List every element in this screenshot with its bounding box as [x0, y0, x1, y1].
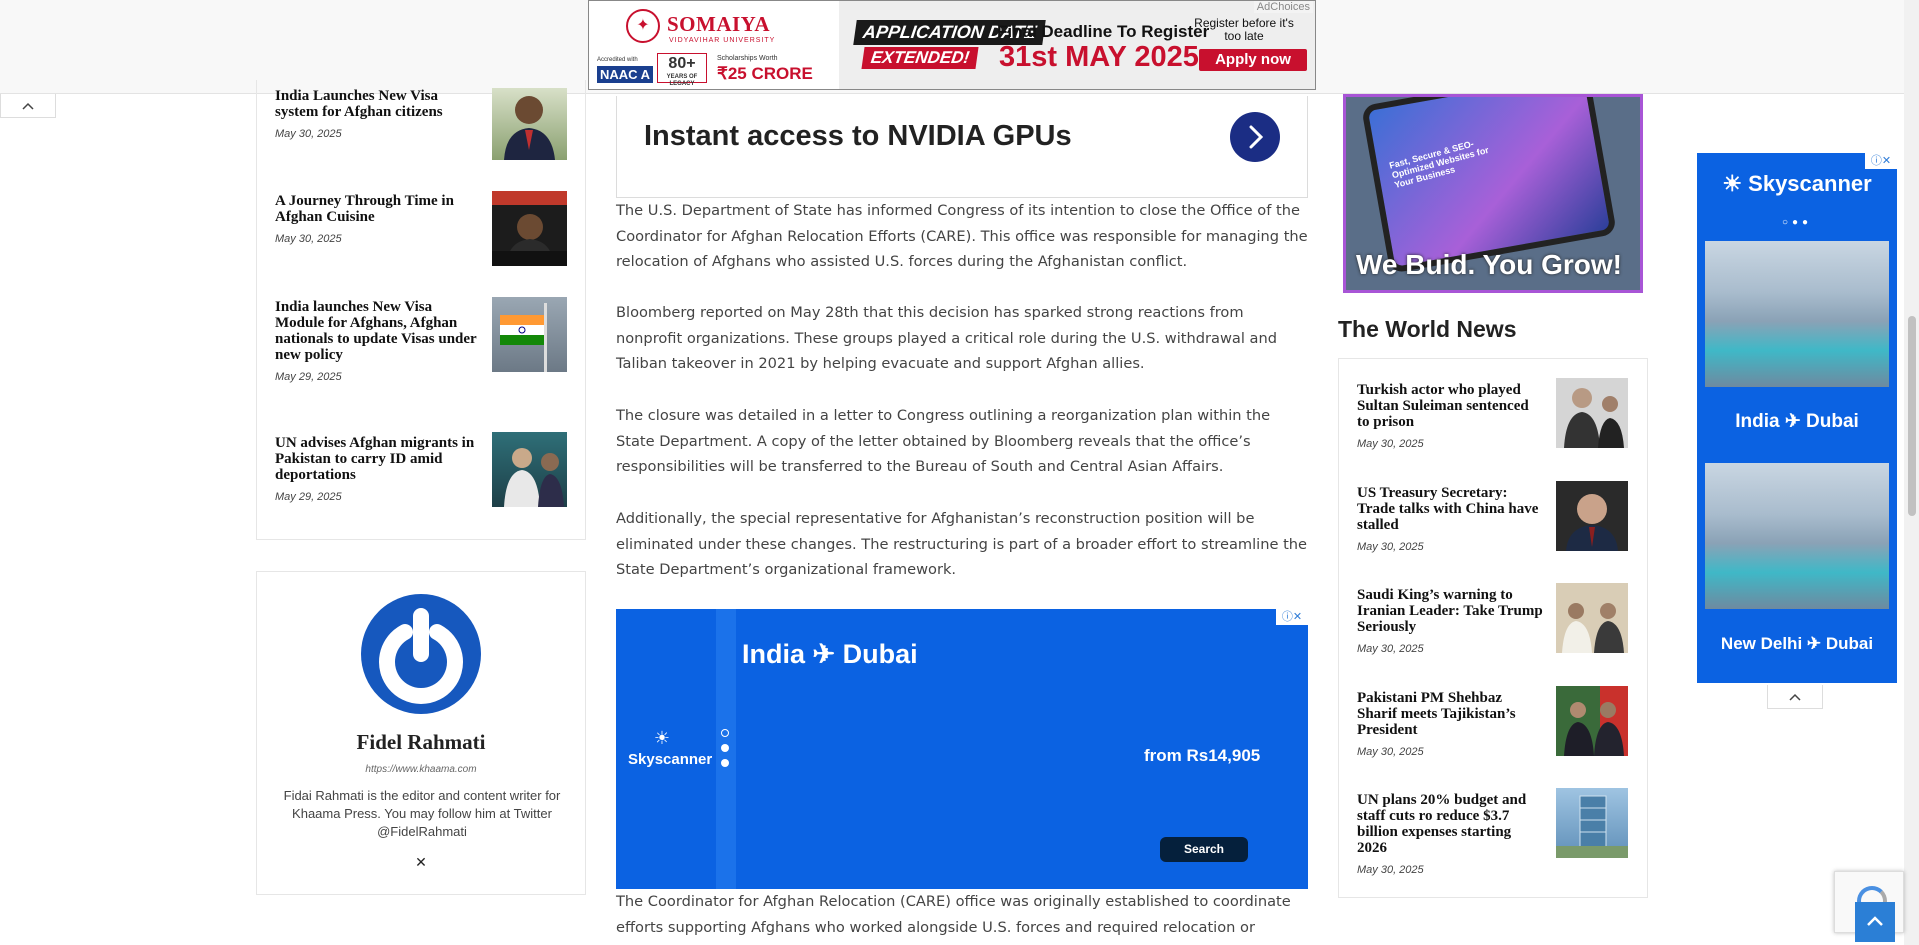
author-avatar[interactable]	[361, 594, 481, 714]
skyscanner-logo: ☀ Skyscanner	[1722, 171, 1872, 196]
ad-info-close-icon[interactable]: ⓘ✕	[1865, 153, 1897, 169]
post-title[interactable]: India Launches New Visa system for Afgha…	[275, 88, 483, 120]
chevron-up-icon	[22, 102, 34, 110]
nvidia-ad-text: Instant access to NVIDIA GPUs	[644, 120, 1072, 152]
carousel-dots[interactable]: ○●●	[1697, 217, 1897, 228]
nvidia-gpu-ad[interactable]: Instant access to NVIDIA GPUs	[616, 96, 1308, 198]
post-title[interactable]: UN plans 20% budget and staff cuts ro re…	[1357, 792, 1543, 856]
author-name[interactable]: Fidel Rahmati	[257, 730, 585, 755]
sunrise-icon: ☀	[653, 728, 671, 748]
post-thumbnail[interactable]	[1556, 481, 1628, 551]
ad-route: India ✈ Dubai	[1735, 411, 1859, 432]
post-thumbnail[interactable]	[1556, 583, 1628, 653]
collapse-ad-button[interactable]	[0, 94, 56, 118]
ad-scholarships: Scholarships Worth	[717, 55, 778, 62]
ad-final-deadline: Final Deadline To Register	[997, 22, 1210, 41]
ad-extended: EXTENDED!	[861, 47, 979, 69]
scrollbar-thumb[interactable]	[1908, 316, 1916, 516]
skyscanner-logo: Skyscanner	[628, 751, 713, 768]
ad-naac: NAAC A	[597, 66, 654, 83]
author-box: Fidel Rahmati https://www.khaama.com Fid…	[256, 571, 586, 895]
post-title[interactable]: India launches New Visa Module for Afgha…	[275, 299, 483, 363]
list-item[interactable]: Saudi King’s warning to Iranian Leader: …	[1357, 583, 1628, 655]
chevron-up-icon	[1867, 916, 1883, 926]
post-thumbnail[interactable]	[492, 88, 567, 160]
ad-price: from Rs14,905	[1144, 746, 1261, 765]
list-item[interactable]: UN advises Afghan migrants in Pakistan t…	[275, 432, 567, 507]
skyscanner-logo-text: Skyscanner	[1748, 171, 1872, 196]
author-bio: Fidai Rahmati is the editor and content …	[283, 788, 561, 839]
adchoices-link[interactable]: AdChoices	[1253, 1, 1313, 13]
list-item[interactable]: A Journey Through Time in Afghan Cuisine…	[275, 191, 567, 266]
power-icon	[379, 608, 463, 704]
article-paragraph: Bloomberg reported on May 28th that this…	[616, 304, 1277, 373]
post-thumbnail[interactable]	[492, 297, 567, 372]
post-title[interactable]: A Journey Through Time in Afghan Cuisine	[275, 193, 483, 225]
post-thumbnail[interactable]	[1556, 378, 1628, 448]
skyscanner-inline-ad[interactable]: India ✈ Dubai ☀ Skyscanner from Rs14,905…	[616, 609, 1308, 889]
post-thumbnail[interactable]	[1556, 686, 1628, 756]
ad-years-badge: 80+ YEARS OF LEGACY	[657, 53, 707, 87]
post-title[interactable]: UN advises Afghan migrants in Pakistan t…	[275, 435, 483, 483]
article-paragraph: The U.S. Department of State has informe…	[616, 202, 1308, 271]
list-item[interactable]: India Launches New Visa system for Afgha…	[275, 88, 567, 160]
post-thumbnail[interactable]	[1556, 788, 1628, 858]
list-item[interactable]: US Treasury Secretary: Trade talks with …	[1357, 481, 1628, 553]
dubai-photo	[1705, 241, 1889, 387]
ad-route: India ✈ Dubai	[742, 639, 918, 669]
ad-register-note: Register before it's too late	[1194, 16, 1294, 43]
article-paragraph: Additionally, the special representative…	[616, 510, 1308, 579]
ad-crore: ₹25 CRORE	[717, 64, 813, 83]
post-thumbnail[interactable]	[492, 432, 567, 507]
post-title[interactable]: Saudi King’s warning to Iranian Leader: …	[1357, 587, 1543, 635]
back-to-top-button[interactable]	[1855, 902, 1895, 942]
somaiya-logo: ✦ SOMAIYA VIDYAVIHAR UNIVERSITY Accredit…	[589, 1, 839, 89]
x-icon[interactable]: ✕	[413, 854, 429, 870]
ad-years: 80+	[668, 55, 696, 72]
chevron-up-icon	[1789, 693, 1801, 701]
dubai-photo	[1705, 463, 1889, 609]
world-news-heading: The World News	[1338, 316, 1517, 342]
ad-brand-sub: VIDYAVIHAR UNIVERSITY	[669, 37, 776, 44]
list-item[interactable]: Turkish actor who played Sultan Suleiman…	[1357, 378, 1628, 450]
post-title[interactable]: Turkish actor who played Sultan Suleiman…	[1357, 382, 1543, 430]
ad-accredited: Accredited with	[597, 57, 638, 63]
ad-apply-button[interactable]: Apply now	[1199, 49, 1307, 71]
somaiya-seal-icon: ✦	[626, 9, 660, 43]
list-item[interactable]: Pakistani PM Shehbaz Sharif meets Tajiki…	[1357, 686, 1628, 758]
post-thumbnail[interactable]	[492, 191, 567, 266]
skyscanner-side-ad[interactable]: ⓘ✕ ☀ Skyscanner ○●● India ✈ Dubai New De…	[1697, 153, 1897, 683]
list-item[interactable]: UN plans 20% budget and staff cuts ro re…	[1357, 788, 1628, 876]
post-title[interactable]: Pakistani PM Shehbaz Sharif meets Tajiki…	[1357, 690, 1543, 738]
post-title[interactable]: US Treasury Secretary: Trade talks with …	[1357, 485, 1543, 533]
web-ad-tagline: We Buid. You Grow!	[1356, 249, 1622, 280]
web-design-ad[interactable]: Fast, Secure & SEO-Optimized Websites fo…	[1343, 94, 1643, 293]
collapse-ad-button[interactable]	[1767, 685, 1823, 709]
ad-deadline-date: 31st MAY 2025	[999, 41, 1199, 73]
list-item[interactable]: India launches New Visa Module for Afgha…	[275, 297, 567, 383]
ad-search-button[interactable]: Search	[1160, 837, 1248, 862]
ad-route: New Delhi ✈ Dubai	[1720, 634, 1874, 653]
ad-years-sub: YEARS OF LEGACY	[666, 74, 698, 87]
ad-brand: SOMAIYA	[667, 12, 771, 36]
nvidia-ad-arrow-button[interactable]	[1230, 112, 1280, 162]
carousel-dots[interactable]	[721, 729, 731, 774]
post-date: May 30, 2025	[1357, 864, 1424, 876]
somaiya-banner-ad[interactable]: ✦ SOMAIYA VIDYAVIHAR UNIVERSITY Accredit…	[588, 0, 1316, 90]
chevron-right-icon	[1249, 125, 1264, 149]
article-paragraph: The Coordinator for Afghan Relocation (C…	[616, 893, 1291, 945]
ad-info-close-icon[interactable]: ⓘ✕	[1276, 609, 1308, 625]
author-url[interactable]: https://www.khaama.com	[257, 764, 585, 775]
article-paragraph: The closure was detailed in a letter to …	[616, 407, 1271, 476]
post-date: May 29, 2025	[275, 371, 342, 383]
